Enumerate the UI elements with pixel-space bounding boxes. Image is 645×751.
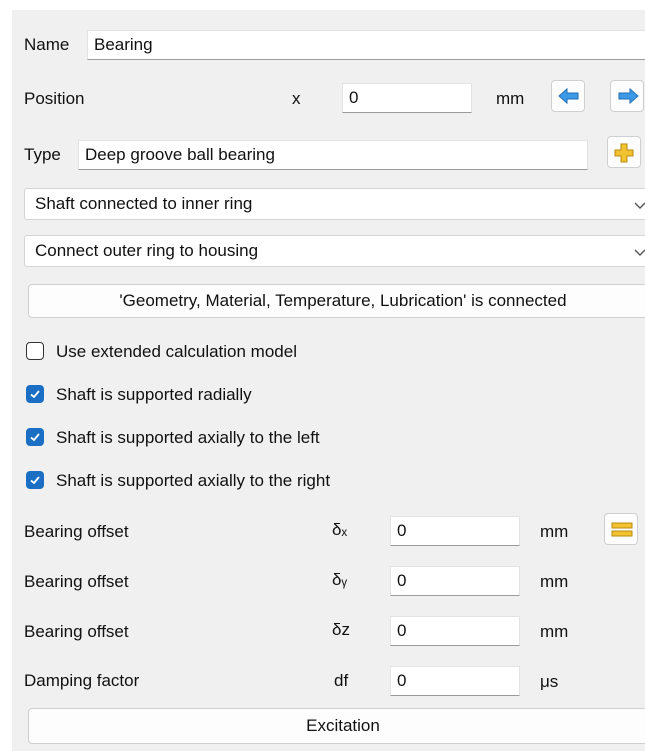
offset-z-label: Bearing offset [24, 622, 129, 641]
offset-x-symbol: δₓ [332, 520, 348, 539]
name-label: Name [24, 35, 70, 54]
damping-factor-label: Damping factor [24, 671, 140, 690]
type-field[interactable]: Deep groove ball bearing [78, 140, 588, 170]
offset-z-symbol: δz [332, 620, 350, 639]
excitation-button[interactable]: Excitation [28, 708, 645, 744]
equals-icon [611, 522, 633, 537]
offset-y-label: Bearing offset [24, 572, 129, 591]
position-x-field[interactable]: 0 [342, 83, 472, 113]
geometry-connected-button[interactable]: 'Geometry, Material, Temperature, Lubric… [28, 284, 645, 318]
offset-y-unit: mm [540, 572, 569, 591]
position-symbol: x [292, 89, 301, 108]
offset-y-symbol: δᵧ [332, 570, 347, 589]
inner-ring-connection-select[interactable]: Shaft connected to inner ring [24, 188, 645, 220]
arrow-right-icon [618, 87, 639, 105]
offset-equal-button[interactable] [604, 513, 638, 545]
damping-factor-symbol: df [334, 671, 349, 690]
extended-model-label: Use extended calculation model [56, 342, 297, 361]
offset-z-field[interactable]: 0 [390, 616, 520, 646]
damping-factor-unit: μs [540, 672, 559, 691]
name-field[interactable]: Bearing [87, 30, 645, 60]
chevron-down-icon [634, 249, 645, 256]
check-icon [26, 428, 44, 446]
damping-factor-field[interactable]: 0 [390, 666, 520, 696]
inner-ring-connection-value: Shaft connected to inner ring [35, 194, 253, 213]
axial-left-support-label: Shaft is supported axially to the left [56, 428, 320, 447]
offset-x-label: Bearing offset [24, 522, 129, 541]
offset-y-field[interactable]: 0 [390, 566, 520, 596]
chevron-down-icon [634, 202, 645, 209]
radial-support-label: Shaft is supported radially [56, 385, 252, 404]
bearing-properties-panel: Name Bearing Position x 0 mm Type Deep g… [12, 10, 645, 751]
offset-z-unit: mm [540, 622, 569, 641]
type-label: Type [24, 145, 61, 164]
position-label: Position [24, 89, 85, 108]
position-unit: mm [496, 89, 525, 108]
offset-x-unit: mm [540, 522, 569, 541]
move-left-button[interactable] [551, 80, 585, 112]
check-icon [26, 385, 44, 403]
check-icon [26, 471, 44, 489]
outer-ring-connection-select[interactable]: Connect outer ring to housing [24, 235, 645, 267]
add-type-button[interactable] [607, 136, 641, 168]
plus-icon [614, 143, 634, 163]
offset-x-field[interactable]: 0 [390, 516, 520, 546]
arrow-left-icon [558, 87, 579, 105]
move-right-button[interactable] [610, 80, 644, 112]
checkbox-unchecked [26, 342, 44, 360]
outer-ring-connection-value: Connect outer ring to housing [35, 241, 259, 260]
axial-right-support-label: Shaft is supported axially to the right [56, 471, 331, 490]
